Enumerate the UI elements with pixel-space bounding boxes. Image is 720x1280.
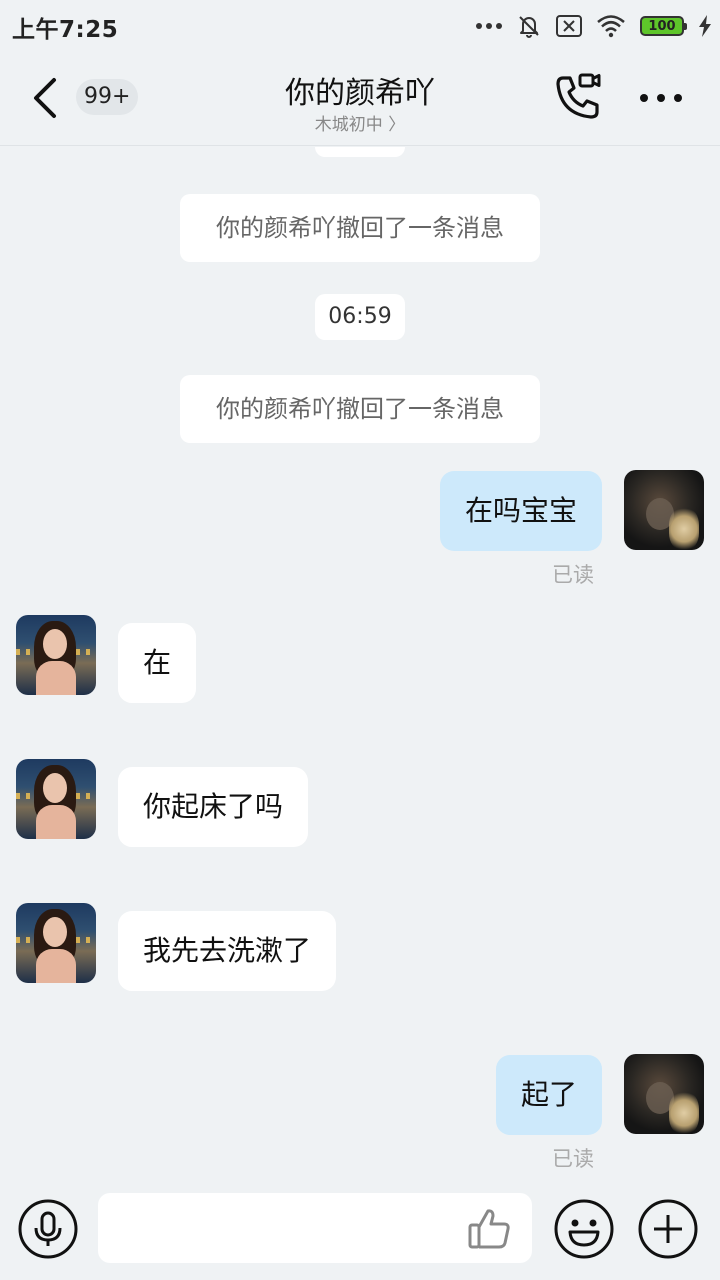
input-bar (0, 1180, 720, 1280)
my-avatar[interactable] (624, 470, 704, 550)
partial-system-message (315, 147, 405, 157)
more-dots-icon (640, 94, 648, 102)
chat-subtitle[interactable]: 木城初中 〉 (0, 110, 720, 135)
charging-bolt-icon (699, 15, 711, 37)
sent-message-bubble[interactable]: 在吗宝宝 (439, 471, 602, 551)
status-time: 上午7:25 (12, 17, 119, 43)
received-message-bubble[interactable]: 我先去洗漱了 (118, 911, 337, 991)
friend-avatar[interactable] (16, 615, 96, 695)
message-list[interactable]: 你的颜希吖撤回了一条消息 06:59 你的颜希吖撤回了一条消息 在吗宝宝 已读 … (0, 147, 720, 1180)
read-receipt: 已读 (552, 563, 594, 587)
chat-title[interactable]: 你的颜希吖 (0, 68, 720, 112)
chat-header: 99+ 你的颜希吖 木城初中 〉 (0, 50, 720, 146)
status-bar: 上午7:25 100 (0, 0, 720, 50)
thumbs-up-icon (468, 1209, 510, 1249)
more-options-button[interactable] (636, 88, 686, 108)
read-receipt: 已读 (552, 1147, 594, 1171)
call-button[interactable] (553, 72, 603, 122)
my-avatar[interactable] (624, 1054, 704, 1134)
status-icons: 100 (476, 12, 712, 40)
notification-dots-icon (476, 23, 502, 29)
message-timestamp: 06:59 (315, 294, 405, 340)
system-message: 你的颜希吖撤回了一条消息 (180, 375, 540, 443)
wifi-icon (597, 15, 625, 38)
mute-bell-icon (519, 16, 539, 38)
microphone-icon (18, 1199, 78, 1259)
like-button[interactable] (466, 1205, 514, 1253)
received-message-bubble[interactable]: 你起床了吗 (118, 767, 309, 847)
smiley-icon (554, 1199, 614, 1259)
emoji-button[interactable] (553, 1198, 615, 1260)
no-sim-icon (556, 15, 582, 37)
plus-icon (638, 1199, 698, 1259)
battery-icon: 100 (640, 16, 687, 36)
battery-level: 100 (648, 18, 676, 34)
voice-button[interactable] (17, 1198, 79, 1260)
friend-avatar[interactable] (16, 759, 96, 839)
friend-avatar[interactable] (16, 903, 96, 983)
add-button[interactable] (637, 1198, 699, 1260)
system-message: 你的颜希吖撤回了一条消息 (180, 194, 540, 262)
sent-message-bubble[interactable]: 起了 (495, 1055, 602, 1135)
video-call-icon (556, 73, 601, 119)
received-message-bubble[interactable]: 在 (118, 623, 197, 703)
